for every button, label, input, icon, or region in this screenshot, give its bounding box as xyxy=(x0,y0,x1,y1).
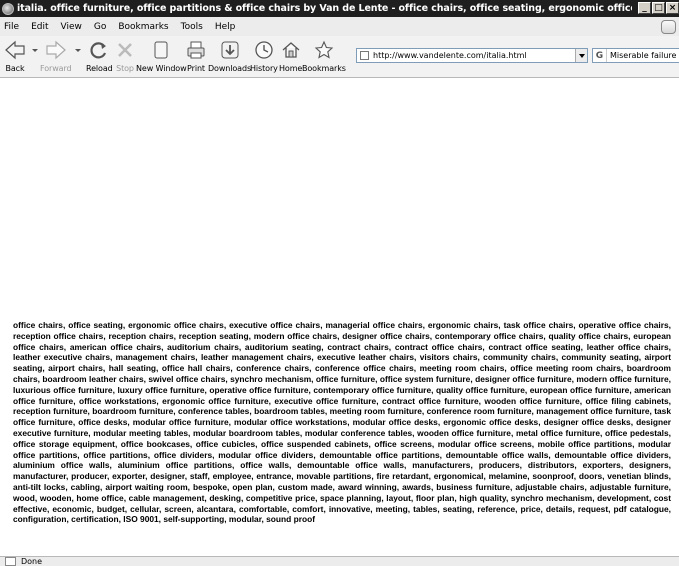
browser-globe-icon xyxy=(2,2,14,15)
downloads-icon xyxy=(220,39,240,61)
back-history-dropdown-icon[interactable] xyxy=(32,49,38,52)
window-controls: _ □ × xyxy=(638,2,679,14)
new-window-icon xyxy=(151,39,171,61)
search-input[interactable]: Miserable failure xyxy=(610,51,676,60)
forward-history-dropdown-icon[interactable] xyxy=(75,49,81,52)
address-history-dropdown-icon[interactable] xyxy=(575,49,587,62)
forward-button[interactable]: Forward xyxy=(40,39,72,73)
bookmarks-button[interactable]: Bookmarks xyxy=(302,39,346,73)
address-bar[interactable]: http://www.vandelente.com/italia.html xyxy=(356,48,588,63)
status-bar: Done xyxy=(0,556,679,566)
clock-icon xyxy=(254,39,274,61)
print-button[interactable]: Print xyxy=(186,39,206,73)
minimize-button[interactable]: _ xyxy=(638,2,651,14)
menu-file[interactable]: File xyxy=(4,22,19,32)
close-button[interactable]: × xyxy=(666,2,679,14)
page-content: office chairs, office seating, ergonomic… xyxy=(0,79,679,556)
google-search-engine-icon[interactable]: G xyxy=(593,49,607,62)
menu-go[interactable]: Go xyxy=(94,22,106,32)
reload-icon xyxy=(88,39,110,61)
back-arrow-icon xyxy=(4,39,26,61)
forward-arrow-icon xyxy=(45,39,67,61)
navigation-toolbar: Back Forward Reload Stop New Window Prin… xyxy=(0,36,679,78)
reload-button[interactable]: Reload xyxy=(86,39,113,73)
printer-icon xyxy=(186,39,206,61)
menu-help[interactable]: Help xyxy=(215,22,236,32)
menu-view[interactable]: View xyxy=(61,22,82,32)
search-bar[interactable]: G Miserable failure xyxy=(592,48,679,63)
status-page-icon xyxy=(5,557,16,566)
browser-window: italia. office furniture, office partiti… xyxy=(0,0,679,566)
page-favicon-icon xyxy=(360,51,369,60)
keyword-text-block: office chairs, office seating, ergonomic… xyxy=(13,320,671,525)
title-bar: italia. office furniture, office partiti… xyxy=(0,0,679,17)
menu-edit[interactable]: Edit xyxy=(31,22,48,32)
stop-button[interactable]: Stop xyxy=(115,39,135,73)
menu-bookmarks[interactable]: Bookmarks xyxy=(118,22,168,32)
window-title: italia. office furniture, office partiti… xyxy=(17,3,632,14)
home-button[interactable]: Home xyxy=(279,39,302,73)
back-button[interactable]: Back xyxy=(4,39,26,73)
home-icon xyxy=(281,39,301,61)
downloads-button[interactable]: Downloads xyxy=(208,39,251,73)
menu-bar: File Edit View Go Bookmarks Tools Help xyxy=(0,17,679,36)
maximize-button[interactable]: □ xyxy=(652,2,665,14)
status-text: Done xyxy=(21,557,43,566)
history-button[interactable]: History xyxy=(250,39,278,73)
star-icon xyxy=(314,39,334,61)
stop-icon xyxy=(115,39,135,61)
address-url[interactable]: http://www.vandelente.com/italia.html xyxy=(373,51,527,60)
new-window-button[interactable]: New Window xyxy=(136,39,187,73)
menu-tools[interactable]: Tools xyxy=(181,22,203,32)
activity-throbber-icon xyxy=(661,20,676,34)
